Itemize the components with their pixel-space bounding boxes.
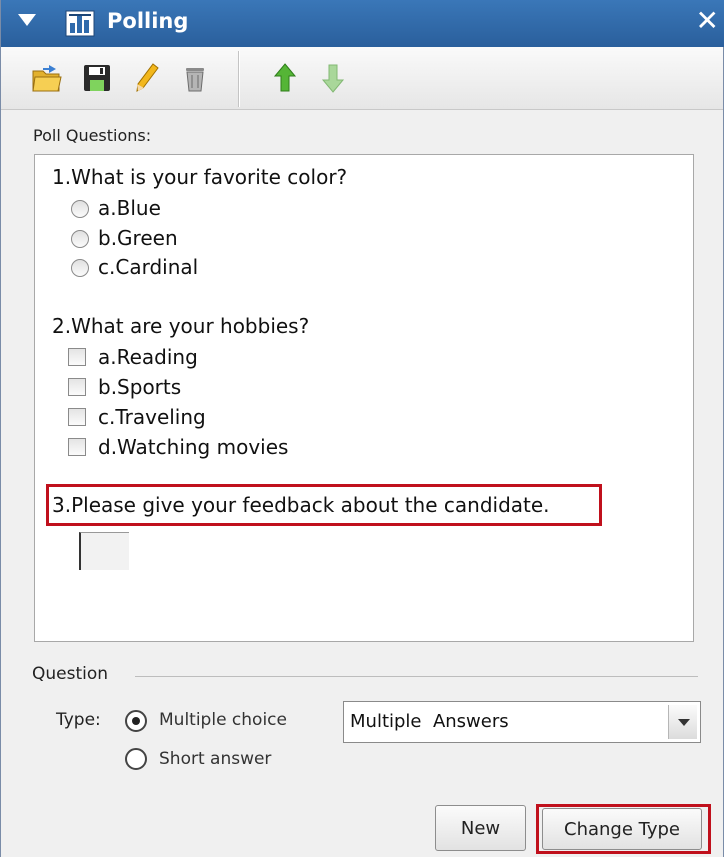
q2-option-c-label: c.Traveling [98, 405, 206, 429]
window-title: Polling [107, 9, 189, 33]
answers-select-value: Multiple Answers [350, 711, 509, 732]
polling-panel: Polling ✕ Poll Questions: 1.What is your… [0, 0, 724, 857]
q1-option-b-label: b.Green [98, 226, 178, 250]
poll-questions-label: Poll Questions: [33, 126, 152, 145]
edit-icon[interactable] [131, 61, 163, 95]
q1-option-b-radio[interactable] [71, 230, 89, 248]
q2-option-c-checkbox[interactable] [68, 408, 86, 426]
section-divider [135, 676, 698, 677]
poll-chart-icon [65, 10, 95, 37]
toolbar-separator [238, 51, 239, 107]
toolbar [1, 47, 723, 110]
question-section-label: Question [32, 664, 109, 684]
new-button[interactable]: New [435, 805, 526, 851]
type-multiple-choice-radio[interactable] [125, 710, 147, 732]
answers-select[interactable]: Multiple Answers [343, 701, 701, 743]
q3-short-answer-field[interactable] [79, 532, 129, 570]
q2-option-d-label: d.Watching movies [98, 435, 289, 459]
q2-option-b-label: b.Sports [98, 375, 182, 399]
title-bar: Polling ✕ [1, 0, 724, 47]
delete-icon[interactable] [179, 61, 211, 95]
question-1-text: 1.What is your favorite color? [52, 165, 348, 189]
q2-option-a-label: a.Reading [98, 345, 198, 369]
question-3-text: 3.Please give your feedback about the ca… [52, 493, 550, 517]
q1-option-a-radio[interactable] [71, 200, 89, 218]
type-label: Type: [56, 710, 101, 730]
move-up-icon[interactable] [269, 61, 301, 95]
close-icon[interactable]: ✕ [696, 6, 719, 36]
change-type-highlight [536, 804, 711, 854]
type-short-answer-label: Short answer [159, 749, 272, 769]
q1-option-c-radio[interactable] [71, 259, 89, 277]
poll-questions-box[interactable]: 1.What is your favorite color? a.Blue b.… [34, 154, 694, 642]
type-short-answer-radio[interactable] [125, 748, 147, 770]
collapse-triangle-icon[interactable] [18, 14, 36, 26]
question-2-text: 2.What are your hobbies? [52, 314, 310, 338]
q1-option-c-label: c.Cardinal [98, 255, 199, 279]
type-multiple-choice-label: Multiple choice [159, 710, 287, 730]
move-down-icon[interactable] [317, 61, 349, 95]
q2-option-b-checkbox[interactable] [68, 378, 86, 396]
save-icon[interactable] [81, 61, 113, 95]
chevron-down-icon[interactable] [668, 705, 697, 739]
open-icon[interactable] [31, 61, 63, 95]
q1-option-a-label: a.Blue [98, 196, 161, 220]
q2-option-d-checkbox[interactable] [68, 438, 86, 456]
q2-option-a-checkbox[interactable] [68, 348, 86, 366]
